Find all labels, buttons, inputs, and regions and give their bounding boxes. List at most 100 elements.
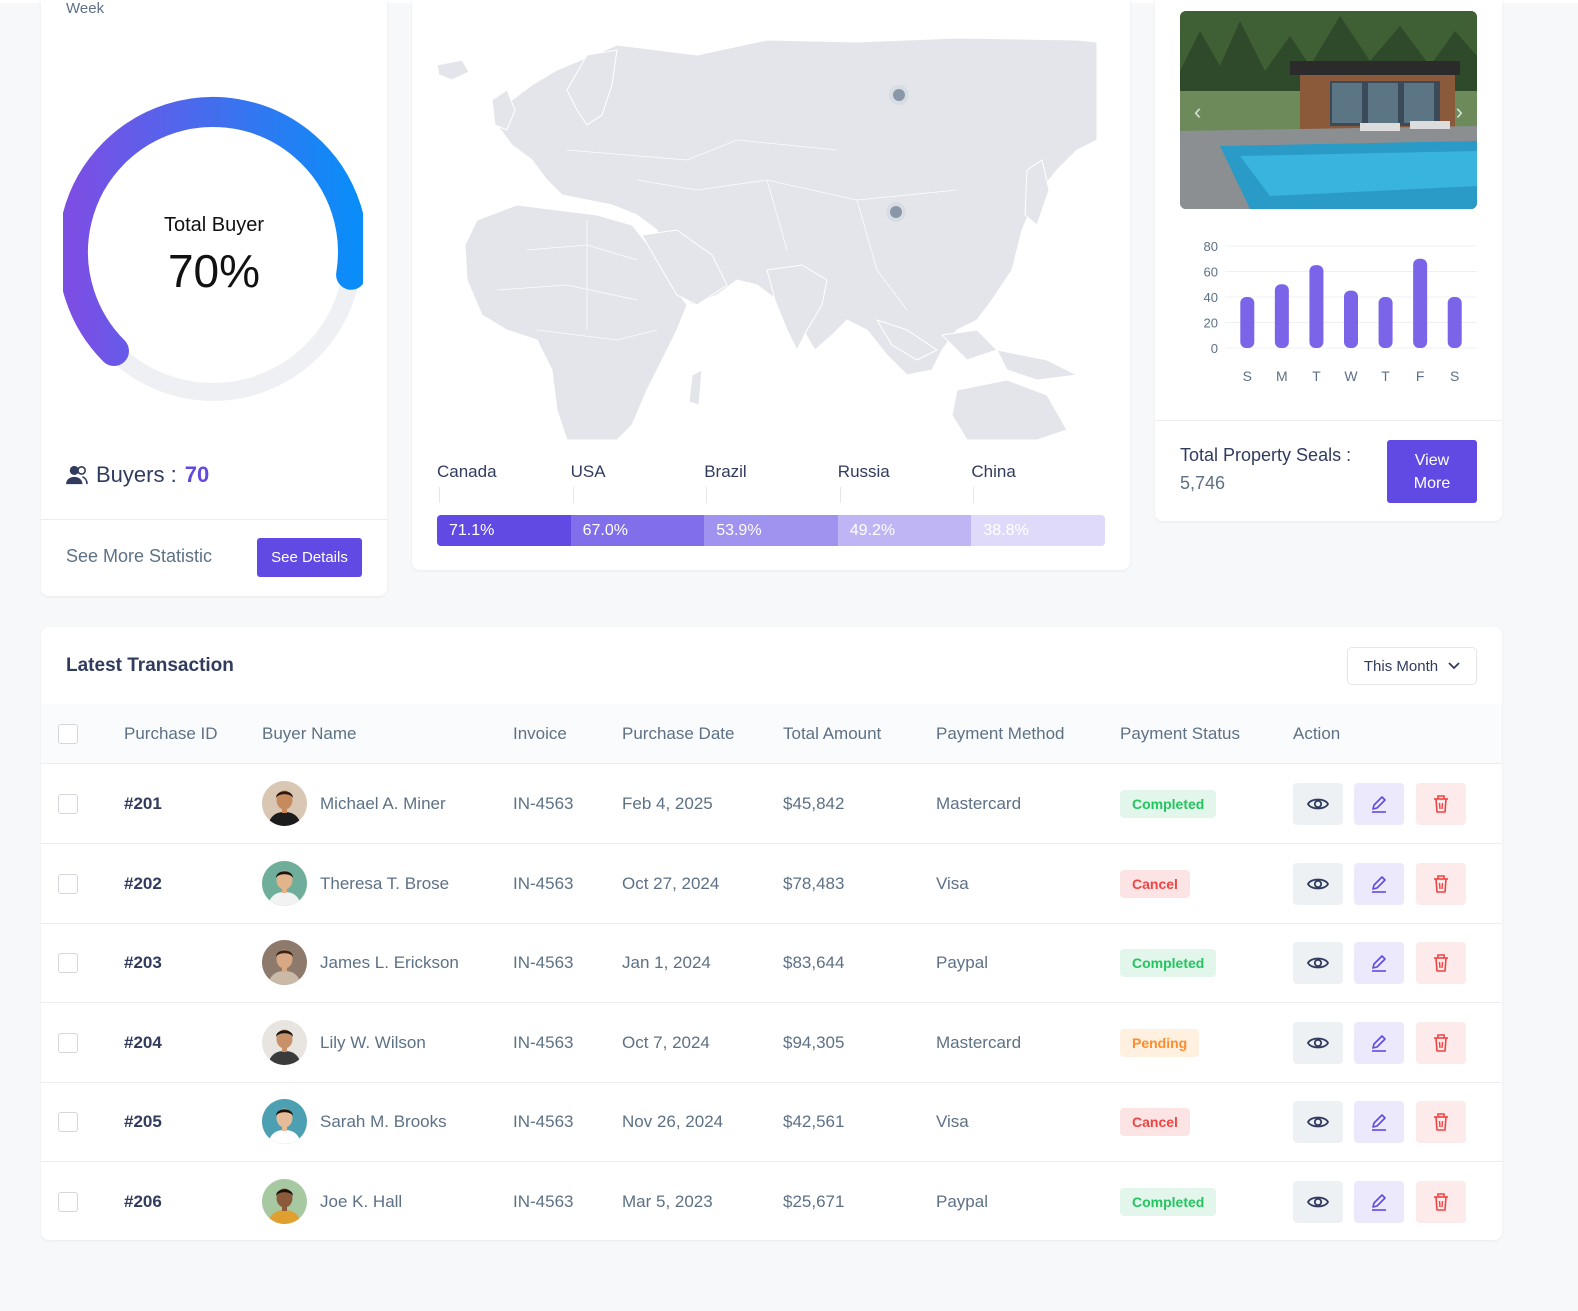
buyer-name-cell: Michael A. Miner bbox=[320, 794, 446, 813]
row-checkbox[interactable] bbox=[58, 1191, 78, 1212]
users-icon bbox=[66, 465, 88, 485]
row-checkbox[interactable] bbox=[58, 1112, 78, 1132]
invoice-cell: IN-4563 bbox=[513, 1191, 574, 1211]
buyer-name-cell: Theresa T. Brose bbox=[320, 873, 450, 893]
period-select[interactable]: This Month bbox=[1347, 647, 1477, 685]
carousel-next-icon[interactable]: › bbox=[1456, 99, 1463, 125]
table-row: #201 Michael A. Miner IN-4563 Feb 4, 2025 $4… bbox=[41, 764, 1502, 844]
country-tick bbox=[572, 487, 574, 503]
trash-icon bbox=[1434, 954, 1448, 972]
invoice-cell: IN-4563 bbox=[513, 794, 574, 813]
carousel-prev-icon[interactable]: ‹ bbox=[1194, 99, 1201, 125]
table-row: #204 Lily W. Wilson IN-4563 Oct 7, 2024 $94,… bbox=[41, 1003, 1502, 1083]
delete-button[interactable] bbox=[1416, 862, 1466, 905]
pencil-icon bbox=[1372, 1114, 1386, 1131]
delete-button[interactable] bbox=[1416, 1021, 1466, 1064]
x-tick-label: S bbox=[1243, 368, 1252, 384]
country-tick bbox=[439, 487, 440, 503]
purchase-id-cell: #204 bbox=[124, 1032, 162, 1052]
column-header: Purchase Date bbox=[622, 724, 735, 743]
avatar bbox=[262, 781, 307, 826]
pencil-icon bbox=[1372, 796, 1386, 813]
country-share-segment: 53.9% bbox=[704, 515, 838, 546]
eye-icon bbox=[1307, 957, 1329, 969]
delete-button[interactable] bbox=[1416, 1101, 1466, 1143]
see-details-button[interactable]: See Details bbox=[257, 538, 362, 577]
edit-button[interactable] bbox=[1354, 1180, 1404, 1223]
view-button[interactable] bbox=[1293, 1180, 1343, 1223]
gauge-value: 70% bbox=[167, 245, 261, 297]
total-property-seals-label: Total Property Seals : bbox=[1180, 445, 1352, 465]
buyer-name-cell: Lily W. Wilson bbox=[320, 1032, 426, 1052]
eye-icon bbox=[1307, 1196, 1329, 1207]
edit-button[interactable] bbox=[1354, 862, 1404, 905]
view-button[interactable] bbox=[1293, 1101, 1343, 1143]
bar-s-0 bbox=[1240, 297, 1255, 348]
view-more-button[interactable]: View More bbox=[1387, 440, 1477, 503]
purchase-date-cell: Oct 27, 2024 bbox=[622, 873, 720, 893]
view-button[interactable] bbox=[1293, 862, 1343, 905]
country-share-segment: 67.0% bbox=[570, 515, 705, 546]
status-badge: Completed bbox=[1120, 949, 1217, 977]
bar-m-1 bbox=[1274, 284, 1289, 348]
y-tick-label: 40 bbox=[1204, 290, 1218, 305]
row-checkbox[interactable] bbox=[58, 1032, 78, 1053]
total-amount-cell: $25,671 bbox=[783, 1191, 845, 1211]
delete-button[interactable] bbox=[1416, 942, 1466, 984]
view-button[interactable] bbox=[1293, 783, 1343, 825]
edit-button[interactable] bbox=[1354, 1021, 1404, 1064]
column-header: Total Amount bbox=[783, 724, 882, 743]
divider bbox=[1155, 420, 1502, 421]
y-tick-label: 60 bbox=[1204, 265, 1218, 280]
view-button[interactable] bbox=[1293, 1021, 1343, 1064]
view-button[interactable] bbox=[1293, 942, 1343, 984]
trash-icon bbox=[1434, 1192, 1448, 1211]
edit-button[interactable] bbox=[1354, 942, 1404, 984]
purchase-date-cell: Feb 4, 2025 bbox=[622, 794, 713, 813]
country-label: Canada bbox=[437, 462, 497, 481]
select-all-checkbox[interactable] bbox=[58, 724, 78, 744]
purchase-id-cell: #201 bbox=[124, 794, 162, 813]
status-badge: Pending bbox=[1120, 1028, 1200, 1057]
latest-transaction-card: Latest Transaction This Month Purchase I… bbox=[41, 627, 1502, 1240]
x-tick-label: T bbox=[1381, 368, 1390, 384]
country-label: China bbox=[971, 462, 1016, 481]
payment-method-cell: Mastercard bbox=[936, 794, 1022, 813]
avatar bbox=[262, 1178, 307, 1224]
weekly-sales-chart: 80 60 40 20 0 S M T W T F S bbox=[1204, 240, 1477, 384]
avatar bbox=[262, 1099, 307, 1144]
x-tick-label: W bbox=[1344, 368, 1358, 384]
country-tick bbox=[706, 487, 708, 503]
trash-icon bbox=[1434, 1033, 1448, 1052]
row-checkbox[interactable] bbox=[58, 953, 78, 973]
bar-t-2 bbox=[1309, 265, 1324, 348]
payment-method-cell: Visa bbox=[936, 873, 969, 893]
total-amount-cell: $78,483 bbox=[783, 873, 845, 893]
buyers-count: Buyers : 70 bbox=[66, 462, 209, 488]
edit-button[interactable] bbox=[1354, 783, 1404, 825]
trash-icon bbox=[1434, 1113, 1448, 1131]
row-checkbox[interactable] bbox=[58, 794, 78, 814]
delete-button[interactable] bbox=[1416, 1180, 1466, 1223]
payment-method-cell: Mastercard bbox=[936, 1032, 1022, 1052]
purchase-id-cell: #202 bbox=[124, 873, 162, 893]
table-row: #202 Theresa T. Brose IN-4563 Oct 27, 2024 $… bbox=[41, 844, 1502, 924]
purchase-id-cell: #205 bbox=[124, 1112, 162, 1131]
status-badge: Cancel bbox=[1120, 1108, 1190, 1136]
y-tick-label: 80 bbox=[1204, 240, 1218, 254]
bar-f-5 bbox=[1413, 258, 1428, 348]
status-badge: Cancel bbox=[1120, 869, 1190, 898]
delete-button[interactable] bbox=[1416, 783, 1466, 825]
table-row: #206 Joe K. Hall IN-4563 Mar 5, 2023 $25,671… bbox=[41, 1162, 1502, 1242]
edit-button[interactable] bbox=[1354, 1101, 1404, 1143]
country-share-segment: 38.8% bbox=[971, 515, 1105, 546]
row-checkbox[interactable] bbox=[58, 873, 78, 894]
map-marker-russia bbox=[889, 85, 909, 105]
payment-method-cell: Paypal bbox=[936, 953, 988, 972]
column-header: Payment Method bbox=[936, 724, 1065, 743]
x-tick-label: T bbox=[1312, 368, 1321, 384]
trash-icon bbox=[1434, 795, 1448, 813]
purchase-date-cell: Nov 26, 2024 bbox=[622, 1112, 724, 1131]
country-label: USA bbox=[570, 462, 606, 481]
map-marker-china bbox=[886, 202, 906, 222]
